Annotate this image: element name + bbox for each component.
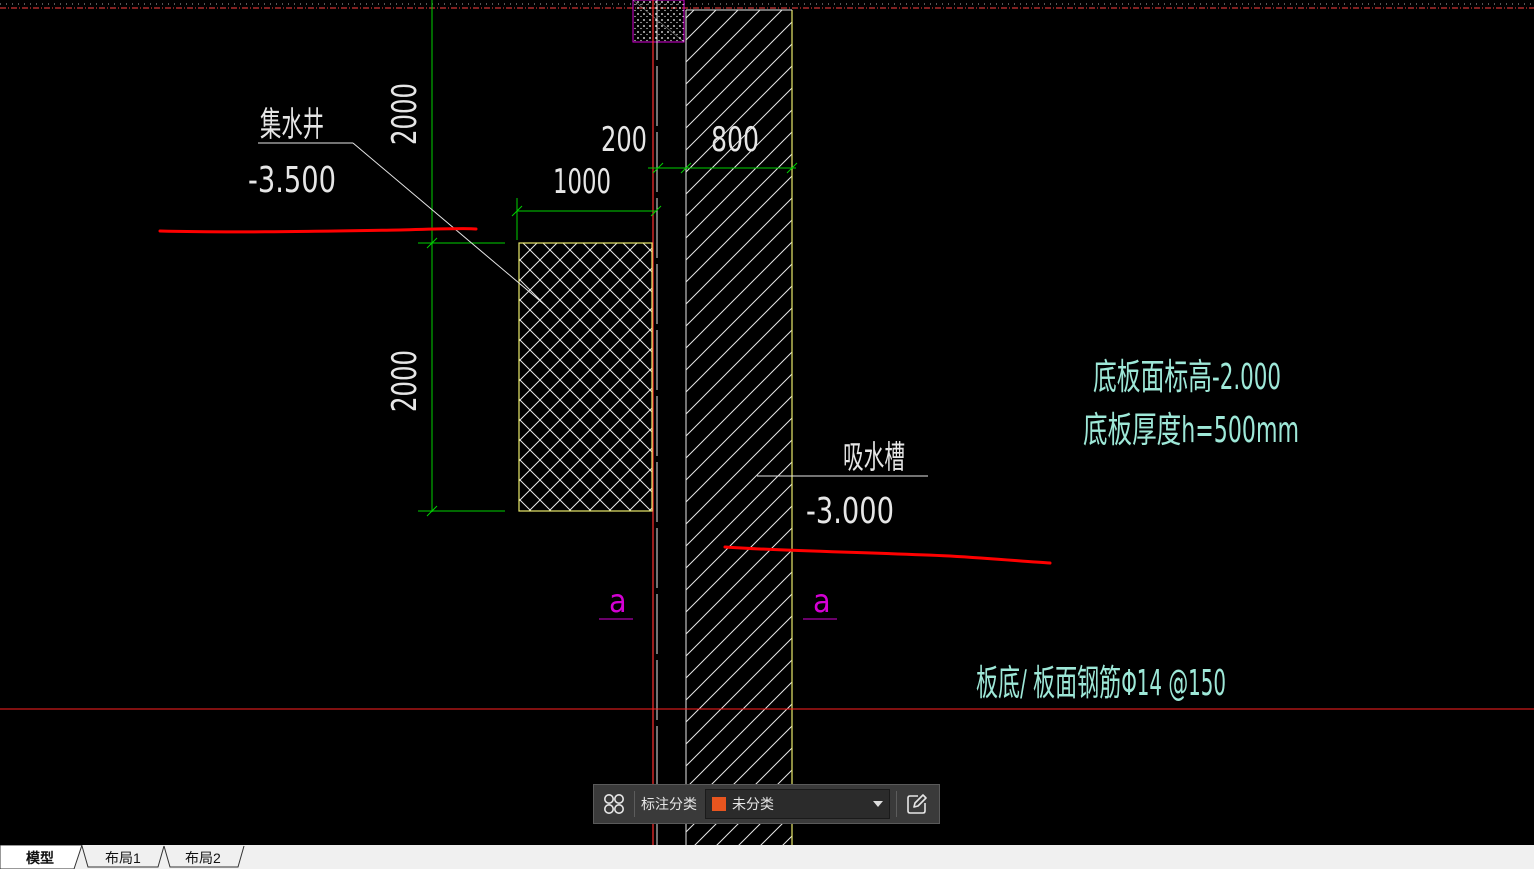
dim-well-lower: 2000 (385, 350, 425, 412)
layout-grid-button[interactable] (594, 785, 634, 823)
dim-1000: 1000 (553, 162, 611, 202)
top-boundary (0, 3, 1534, 9)
slab-elevation-note: 底板面标高-2.000 (1093, 357, 1281, 398)
layout-tab-bar: 模型 布局1 布局2 (0, 845, 1534, 869)
dim-well-upper: 2000 (385, 83, 425, 145)
dim-200: 200 (601, 120, 647, 160)
trough-elevation-label: -3.000 (806, 491, 894, 532)
category-color-swatch (712, 797, 726, 811)
cad-drawing: 集水井 -3.500 2000 2000 1000 200 800 吸水槽 -3… (0, 0, 1534, 845)
category-select-value: 未分类 (732, 796, 774, 812)
tab-layout2[interactable]: 布局2 (185, 848, 221, 868)
section-mark-left: a (609, 582, 627, 620)
tab-layout1[interactable]: 布局1 (105, 848, 141, 868)
edit-icon (907, 794, 927, 814)
section-mark-right: a (813, 582, 831, 620)
slab-thickness-note: 底板厚度h=500mm (1083, 410, 1299, 451)
category-label: 标注分类 (641, 796, 697, 812)
edit-button[interactable] (897, 785, 937, 823)
drawing-canvas[interactable]: 集水井 -3.500 2000 2000 1000 200 800 吸水槽 -3… (0, 0, 1534, 845)
tab-model[interactable]: 模型 (26, 848, 54, 868)
chevron-down-icon (873, 801, 883, 807)
well-elevation-label: -3.500 (248, 160, 336, 201)
rebar-note: 板底/ 板面钢筋Φ14 @150 (976, 663, 1226, 704)
thin-wall (652, 0, 658, 845)
category-select[interactable]: 未分类 (705, 789, 890, 819)
concrete-block (632, 0, 685, 43)
well-name-label: 集水井 (260, 105, 324, 145)
sump-well (518, 242, 653, 512)
layout-grid-icon (604, 794, 624, 814)
dim-800: 800 (711, 120, 759, 160)
annotation-toolbar: 标注分类 未分类 (593, 784, 940, 824)
trough-name-label: 吸水槽 (843, 438, 905, 476)
